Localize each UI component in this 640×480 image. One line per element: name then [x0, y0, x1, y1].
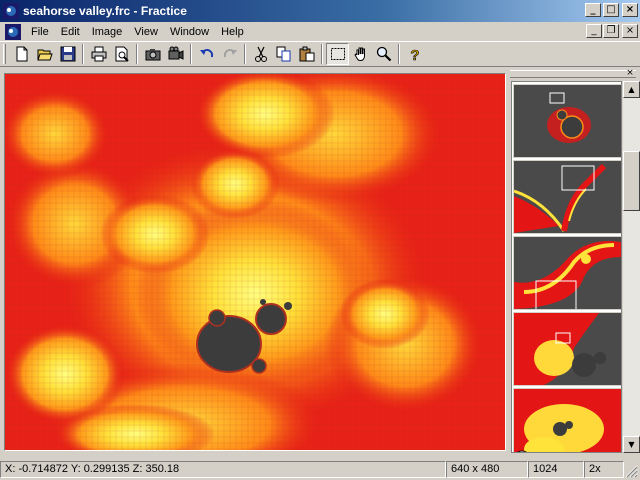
minimize-icon: _ [590, 4, 596, 15]
menu-view[interactable]: View [128, 26, 164, 38]
open-icon [36, 49, 53, 61]
maximize-button[interactable]: □ [603, 3, 619, 17]
undo-button[interactable] [195, 43, 218, 65]
svg-text:?: ? [410, 47, 419, 62]
redo-button[interactable] [218, 43, 241, 65]
close-icon: × [625, 4, 635, 15]
save-button[interactable] [56, 43, 79, 65]
document-icon[interactable] [5, 23, 21, 40]
fractal-canvas[interactable] [4, 73, 506, 451]
record-button[interactable] [164, 43, 187, 65]
panel-grip[interactable] [510, 70, 636, 78]
paste-button[interactable] [295, 43, 318, 65]
fractal-image[interactable] [5, 74, 505, 450]
help-button[interactable]: ? [403, 43, 426, 65]
print-icon [91, 46, 106, 62]
scroll-thumb[interactable] [623, 151, 640, 211]
doc-restore-button[interactable]: ❐ [603, 24, 619, 38]
print-preview-button[interactable] [110, 43, 133, 65]
status-image-size: 640 x 480 [446, 460, 528, 478]
scroll-up-button[interactable]: ▲ [623, 81, 640, 98]
panel-close-button[interactable]: × [624, 68, 636, 78]
zoom-button[interactable] [372, 43, 395, 65]
close-icon: × [625, 25, 635, 36]
select-icon [330, 48, 345, 60]
app-icon [3, 3, 19, 19]
minimize-icon: _ [591, 25, 597, 36]
print-preview-icon [115, 46, 129, 62]
snapshot-button[interactable] [141, 43, 164, 65]
arrow-down-icon: ▼ [628, 440, 635, 449]
status-iterations: 1024 [528, 460, 584, 478]
redo-icon [223, 48, 237, 58]
hand-button[interactable] [349, 43, 372, 65]
thumbnail[interactable] [513, 160, 621, 234]
snapshot-icon [145, 49, 160, 61]
navigator-panel: × ▲ ▼ [508, 67, 640, 453]
arrow-up-icon: ▲ [628, 85, 635, 94]
title-bar[interactable]: seahorse valley.frc - Fractice _ □ × [0, 0, 640, 22]
restore-icon: ❐ [606, 25, 616, 36]
new-button[interactable] [10, 43, 33, 65]
toolbar-grip[interactable] [3, 44, 6, 64]
toolbar-separator [136, 44, 138, 64]
save-icon [60, 46, 75, 62]
print-button[interactable] [87, 43, 110, 65]
toolbar-separator [321, 44, 323, 64]
doc-minimize-button[interactable]: _ [586, 24, 602, 38]
paste-icon [299, 46, 314, 62]
help-icon: ? [410, 47, 420, 62]
thumbnail[interactable] [513, 388, 621, 452]
status-bar: X: -0.714872 Y: 0.299135 Z: 350.18 640 x… [0, 458, 640, 480]
thumbnail[interactable] [513, 236, 621, 310]
close-icon: × [626, 68, 634, 78]
record-icon [168, 46, 183, 60]
toolbar-separator [82, 44, 84, 64]
undo-icon [199, 48, 213, 58]
thumbnail-scrollbar[interactable]: ▲ ▼ [623, 81, 640, 453]
minimize-button[interactable]: _ [585, 3, 601, 17]
thumbnail-list [511, 81, 622, 453]
cut-icon [254, 46, 267, 62]
size-grip-icon [625, 465, 638, 477]
cut-button[interactable] [249, 43, 272, 65]
hand-icon [353, 47, 365, 61]
menu-window[interactable]: Window [164, 26, 215, 38]
doc-close-button[interactable]: × [622, 24, 638, 38]
copy-icon [276, 46, 290, 62]
copy-button[interactable] [272, 43, 295, 65]
size-grip[interactable] [624, 461, 638, 478]
toolbar: ? [0, 41, 640, 67]
menu-image[interactable]: Image [86, 26, 129, 38]
toolbar-separator [398, 44, 400, 64]
open-button[interactable] [33, 43, 56, 65]
close-button[interactable]: × [622, 3, 638, 17]
menu-file[interactable]: File [25, 26, 55, 38]
maximize-icon: □ [606, 4, 616, 15]
menu-help[interactable]: Help [215, 26, 250, 38]
window-title: seahorse valley.frc - Fractice [23, 4, 187, 18]
thumbnail[interactable] [513, 312, 621, 386]
scroll-down-button[interactable]: ▼ [623, 436, 640, 453]
menu-edit[interactable]: Edit [55, 26, 86, 38]
select-button[interactable] [326, 43, 349, 65]
new-icon [16, 46, 27, 62]
menu-bar: File Edit Image View Window Help _ ❐ × [0, 22, 640, 41]
thumbnail[interactable] [513, 84, 621, 158]
toolbar-separator [244, 44, 246, 64]
status-coordinates: X: -0.714872 Y: 0.299135 Z: 350.18 [0, 460, 446, 478]
status-zoom: 2x [584, 460, 624, 478]
toolbar-separator [190, 44, 192, 64]
zoom-icon [376, 46, 391, 62]
